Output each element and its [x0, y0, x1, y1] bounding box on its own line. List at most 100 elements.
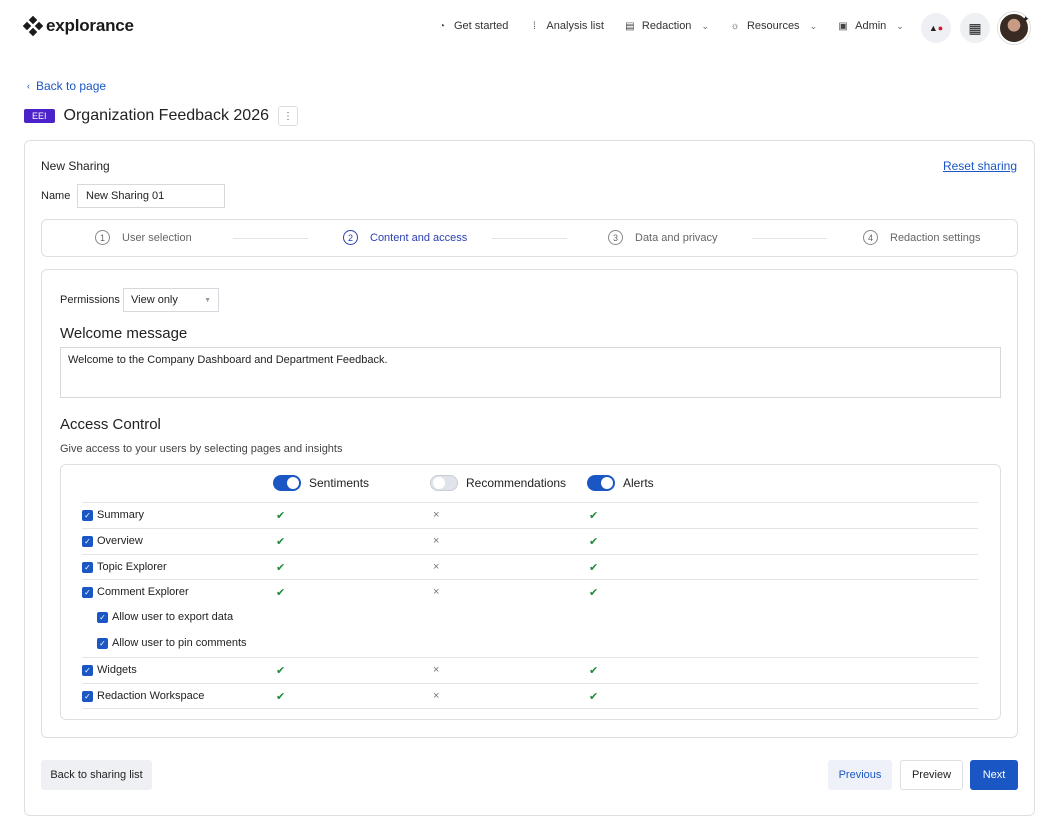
cross-icon: × [433, 586, 440, 599]
avatar-menu-icon: ✦ [1022, 14, 1030, 24]
row-checkbox[interactable]: ✓ [82, 664, 93, 676]
toggle-label: Alerts [623, 476, 654, 490]
row-checkbox[interactable]: ✓ [82, 587, 93, 599]
toggle-switch[interactable] [587, 475, 615, 491]
nav-item-label: Redaction [641, 20, 692, 32]
cross-icon: × [433, 560, 440, 573]
nav-item-analysis-list[interactable]: ⁞ Analysis list [528, 20, 604, 32]
list-icon: ⁞ [533, 20, 536, 32]
row-label: Allow user to pin comments [112, 637, 247, 649]
check-icon: ✔ [276, 664, 286, 677]
cross-icon: × [433, 663, 440, 676]
toggle-alerts[interactable]: Alerts [587, 475, 654, 491]
project-badge: EEI [24, 109, 55, 123]
row-checkbox[interactable]: ✓ [97, 612, 108, 624]
step-content-and-access[interactable]: 2 Content and access [343, 230, 467, 245]
nav-item-label: Resources [746, 20, 800, 32]
logo-text: explorance [46, 16, 134, 35]
table-row: ✓ Summary ✔ × ✔ [82, 502, 978, 528]
step-data-and-privacy[interactable]: 3 Data and privacy [608, 230, 718, 245]
previous-button[interactable]: Previous [828, 760, 892, 790]
table-row: ✓ Overview ✔ × ✔ [82, 527, 978, 554]
check-icon: ✔ [276, 561, 286, 574]
toggle-sentiments[interactable]: Sentiments [273, 475, 369, 491]
step-label: User selection [122, 231, 192, 244]
notifications-button[interactable]: ▲● [921, 13, 951, 43]
app-launcher-button[interactable]: ▦ [960, 13, 990, 43]
wizard-stepper: 1 User selection 2 Content and access 3 Data … [41, 219, 1018, 257]
sharing-name-input[interactable] [77, 184, 225, 208]
check-icon: ✔ [589, 561, 599, 574]
row-checkbox[interactable]: ✓ [97, 638, 108, 649]
check-icon: ✔ [589, 690, 599, 703]
table-row: ✓ Widgets ✔ × ✔ [82, 656, 978, 683]
chevron-left-icon: ‹ [27, 81, 30, 91]
toggle-label: Recommendations [466, 476, 567, 490]
row-checkbox[interactable]: ✓ [82, 561, 93, 573]
back-to-page-link[interactable]: ‹ Back to page [27, 79, 106, 93]
permissions-select[interactable]: View only ▼ [123, 288, 219, 312]
check-icon: ✔ [589, 664, 599, 677]
toggle-switch[interactable] [430, 475, 458, 491]
cross-icon: × [433, 509, 440, 521]
permissions-label: Permissions [60, 294, 120, 306]
row-checkbox[interactable]: ✓ [82, 535, 93, 547]
toggle-recommendations[interactable]: Recommendations [430, 475, 566, 491]
nav-item-label: Admin [855, 20, 887, 32]
permissions-value: View only [131, 294, 178, 306]
next-button[interactable]: Next [970, 760, 1018, 790]
check-icon: ✔ [276, 535, 286, 548]
nav-item-resources[interactable]: ☼ Resources ⌄ [729, 20, 817, 32]
check-icon: ✔ [276, 510, 286, 522]
back-to-sharing-list-button[interactable]: Back to sharing list [41, 760, 152, 790]
check-icon: ✔ [276, 690, 286, 703]
row-label: Redaction Workspace [97, 689, 205, 702]
access-table: Sentiments Recommendations Alerts ✓ Summary ✔… [60, 464, 1001, 720]
access-control-subtitle: Give access to your users by selecting p… [60, 443, 343, 455]
welcome-message-textarea[interactable]: Welcome to the Company Dashboard and Dep… [60, 347, 1001, 398]
cross-icon: × [433, 534, 440, 547]
chevron-down-icon: ⌄ [809, 20, 818, 31]
row-label: Allow user to export data [112, 611, 234, 624]
notification-icon: ▲● [928, 23, 944, 33]
lightbulb-icon: ☼ [730, 20, 740, 32]
step-user-selection[interactable]: 1 User selection [95, 230, 192, 245]
step-label: Redaction settings [890, 231, 981, 244]
nav-item-label: Analysis list [546, 20, 604, 32]
caret-down-icon: ▼ [204, 296, 211, 304]
row-label: Widgets [97, 663, 137, 676]
preview-button[interactable]: Preview [900, 760, 963, 790]
welcome-heading: Welcome message [60, 325, 188, 342]
step-connector [752, 238, 827, 239]
more-options-button[interactable]: ⋮ [277, 106, 298, 126]
row-checkbox[interactable]: ✓ [82, 690, 93, 702]
sharing-card: New Sharing Reset sharing Name 1 User sel… [24, 140, 1035, 816]
nav-item-redaction[interactable]: ▤ Redaction ⌄ [624, 20, 709, 32]
main-nav: ◔ Get started ⁞ Analysis list ▤ Redaction ⌄ ☼ Re… [436, 20, 924, 32]
check-icon: ✔ [589, 587, 599, 600]
step-redaction-settings[interactable]: 4 Redaction settings [863, 230, 981, 245]
logo-mark-icon [22, 15, 44, 37]
step-connector [233, 238, 308, 239]
table-row: ✓ Redaction Workspace ✔ × ✔ [82, 682, 978, 709]
reset-sharing-link[interactable]: Reset sharing [943, 159, 1017, 173]
row-checkbox[interactable]: ✓ [82, 510, 93, 521]
row-label: Topic Explorer [97, 560, 167, 573]
check-icon: ✔ [276, 587, 286, 600]
nav-item-admin[interactable]: ▣ Admin ⌄ [837, 20, 903, 32]
name-label: Name [41, 190, 71, 202]
cross-icon: × [433, 689, 440, 702]
table-row: ✓ Topic Explorer ✔ × ✔ [82, 553, 978, 580]
nav-item-get-started[interactable]: ◔ Get started [436, 20, 508, 32]
step-number: 3 [608, 230, 623, 245]
check-icon: ✔ [589, 510, 599, 522]
table-row: ✓ Allow user to export data [82, 605, 978, 631]
explorance-logo[interactable]: explorance [22, 15, 134, 37]
sharing-title: New Sharing [41, 159, 110, 173]
row-label: Comment Explorer [97, 586, 189, 599]
more-vertical-icon: ⋮ [282, 110, 293, 122]
step-label: Data and privacy [635, 231, 718, 244]
nav-item-label: Get started [454, 20, 509, 32]
toggle-switch[interactable] [273, 475, 301, 491]
check-icon: ✔ [589, 535, 599, 548]
